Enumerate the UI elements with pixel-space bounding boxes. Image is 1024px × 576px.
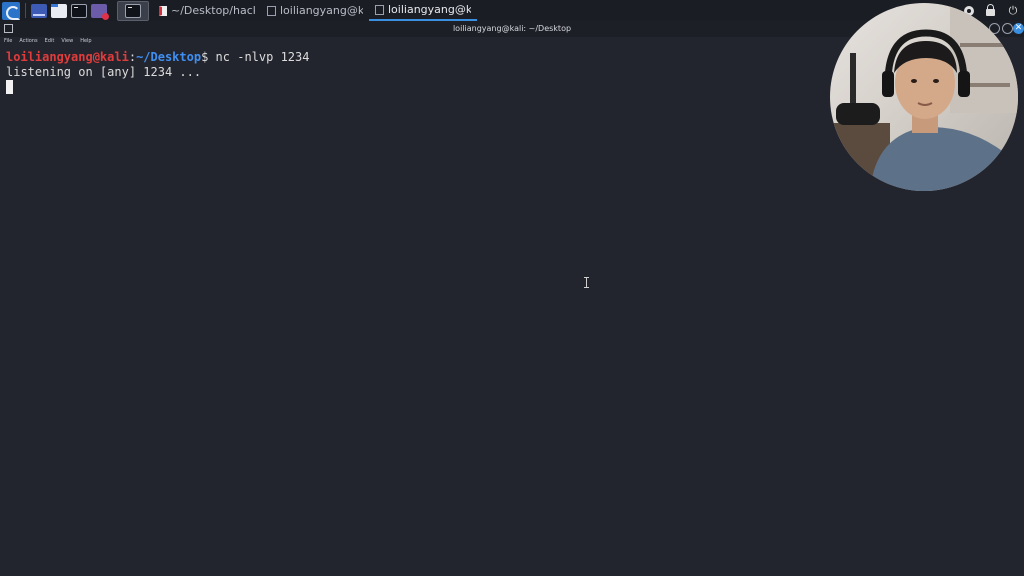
- window-title: loiliangyang@kali: ~/Desktop: [452, 24, 572, 33]
- file-manager-icon[interactable]: [51, 3, 67, 18]
- cursor-line: [6, 80, 806, 95]
- top-panel: ~/Desktop/hacke... loiliangyang@kali... …: [0, 0, 1024, 21]
- task-label: loiliangyang@kali...: [388, 3, 471, 16]
- prompt-user: loiliangyang@kali: [6, 50, 129, 64]
- power-icon[interactable]: ⏻: [1007, 4, 1019, 17]
- window-terminal-icon: [4, 24, 13, 33]
- menu-help[interactable]: Help: [80, 38, 91, 44]
- menu-actions[interactable]: Actions: [19, 38, 37, 44]
- command-text: nc -nlvp 1234: [215, 50, 310, 64]
- prompt-path: ~/Desktop: [136, 50, 202, 64]
- document-icon: [159, 5, 167, 16]
- screen-recorder-icon[interactable]: [91, 3, 109, 20]
- menu-edit[interactable]: Edit: [45, 38, 55, 44]
- task-label: ~/Desktop/hacke...: [171, 4, 255, 17]
- prompt-line: loiliangyang@kali:~/Desktop$ nc -nlvp 12…: [6, 50, 806, 65]
- webcam-overlay: [830, 3, 1018, 191]
- output-line: listening on [any] 1234 ...: [6, 65, 202, 79]
- terminal-icon: [267, 5, 276, 16]
- menu-view[interactable]: View: [61, 38, 73, 44]
- prompt-end: $: [201, 50, 216, 64]
- close-button[interactable]: ✕: [1013, 23, 1024, 34]
- task-terminal-2[interactable]: loiliangyang@kali...: [369, 0, 477, 21]
- panel-separator: [25, 3, 26, 18]
- terminal-icon[interactable]: [71, 3, 87, 18]
- mouse-ibeam-cursor: [584, 277, 591, 288]
- desktop-icon[interactable]: [31, 3, 47, 18]
- workspace-switcher[interactable]: [117, 0, 149, 21]
- workspace-terminal-icon: [125, 3, 141, 18]
- menu-file[interactable]: File: [4, 38, 12, 44]
- maximize-button[interactable]: [1002, 23, 1013, 34]
- kali-dragon-icon[interactable]: [2, 1, 20, 20]
- lock-icon[interactable]: [986, 4, 995, 16]
- presenter-illustration: [830, 3, 1018, 191]
- task-label: loiliangyang@kali...: [280, 4, 363, 17]
- terminal-icon: [375, 4, 384, 15]
- terminal-area[interactable]: loiliangyang@kali:~/Desktop$ nc -nlvp 12…: [6, 50, 806, 95]
- task-terminal-1[interactable]: loiliangyang@kali...: [261, 0, 369, 21]
- task-document[interactable]: ~/Desktop/hacke...: [153, 0, 261, 21]
- prompt-separator: :: [128, 50, 137, 64]
- text-cursor: [6, 80, 13, 94]
